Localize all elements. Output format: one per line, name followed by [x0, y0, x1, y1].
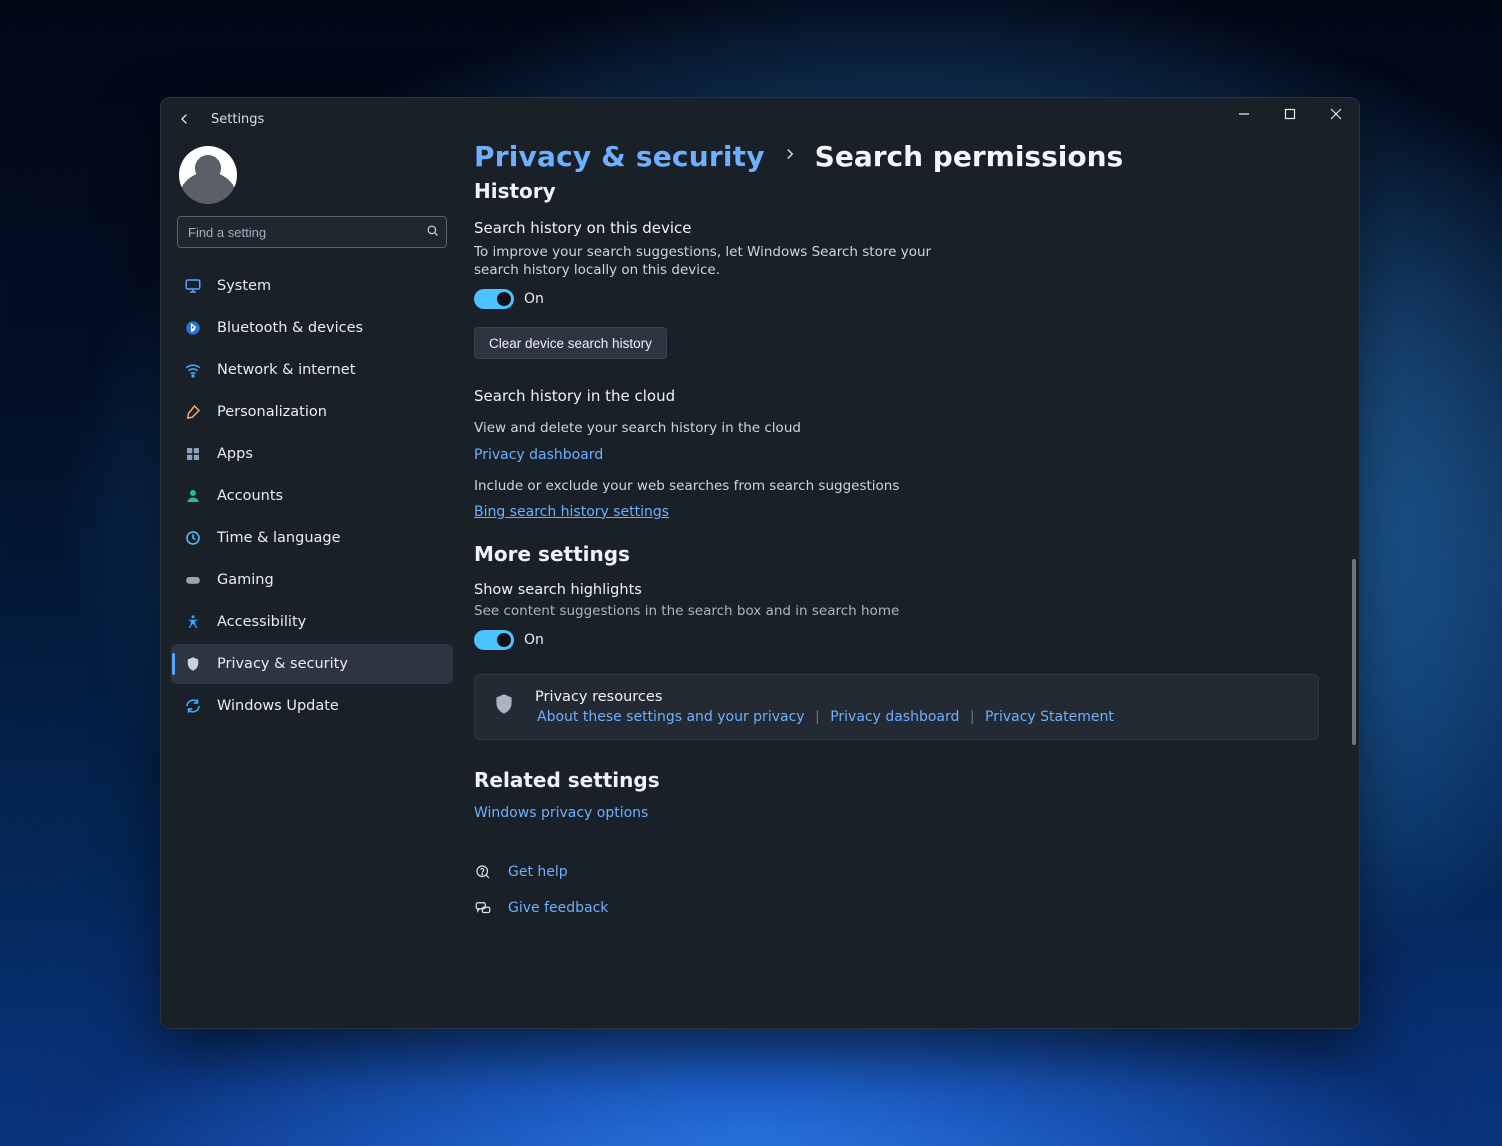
scrollbar-thumb[interactable] — [1352, 559, 1356, 745]
back-button[interactable] — [175, 110, 193, 128]
sidebar-item-label: Accessibility — [217, 614, 306, 630]
update-icon — [183, 696, 203, 716]
sidebar-item-accounts[interactable]: Accounts — [171, 476, 453, 516]
sidebar-item-system[interactable]: System — [171, 266, 453, 306]
apps-icon — [183, 444, 203, 464]
clear-history-button[interactable]: Clear device search history — [474, 327, 667, 359]
get-help-label: Get help — [508, 864, 568, 880]
card-link-about[interactable]: About these settings and your privacy — [537, 709, 805, 725]
get-help-link[interactable]: Get help — [474, 863, 1337, 881]
privacy-dashboard-link[interactable]: Privacy dashboard — [474, 447, 603, 463]
section-more-title: More settings — [474, 542, 1337, 566]
sidebar-item-personalization[interactable]: Personalization — [171, 392, 453, 432]
history-device-toggle[interactable] — [474, 289, 514, 309]
search-icon — [418, 223, 446, 242]
sidebar-item-label: Network & internet — [217, 362, 355, 378]
settings-window: Settings System Bluetooth & devices — [160, 97, 1360, 1029]
give-feedback-link[interactable]: Give feedback — [474, 899, 1337, 917]
highlights-toggle[interactable] — [474, 630, 514, 650]
profile-area[interactable] — [161, 132, 463, 216]
card-link-statement[interactable]: Privacy Statement — [985, 709, 1114, 725]
person-icon — [183, 486, 203, 506]
sidebar-item-time[interactable]: Time & language — [171, 518, 453, 558]
main-area: Privacy & security Search permissions Hi… — [463, 98, 1359, 1028]
maximize-button[interactable] — [1267, 98, 1313, 130]
history-device-desc: To improve your search suggestions, let … — [474, 243, 934, 279]
sidebar-item-label: Apps — [217, 446, 253, 462]
sidebar-item-label: Windows Update — [217, 698, 339, 714]
sidebar-item-gaming[interactable]: Gaming — [171, 560, 453, 600]
sidebar-item-label: Accounts — [217, 488, 283, 504]
search-input[interactable] — [178, 225, 418, 240]
avatar — [179, 146, 237, 204]
highlights-title: Show search highlights — [474, 582, 1337, 598]
sidebar-item-privacy[interactable]: Privacy & security — [171, 644, 453, 684]
privacy-resources-card: Privacy resources About these settings a… — [474, 674, 1319, 740]
sidebar-item-apps[interactable]: Apps — [171, 434, 453, 474]
related-link[interactable]: Windows privacy options — [474, 805, 648, 821]
sidebar-search[interactable] — [177, 216, 447, 248]
sidebar: Settings System Bluetooth & devices — [161, 98, 463, 1028]
history-device-title: Search history on this device — [474, 219, 1337, 237]
sidebar-item-label: Gaming — [217, 572, 274, 588]
feedback-icon — [474, 899, 492, 917]
content-scroll[interactable]: History Search history on this device To… — [464, 179, 1359, 1028]
window-title: Settings — [211, 112, 264, 127]
bluetooth-icon — [183, 318, 203, 338]
titlebar-left: Settings — [161, 106, 463, 132]
gamepad-icon — [183, 570, 203, 590]
sidebar-item-bluetooth[interactable]: Bluetooth & devices — [171, 308, 453, 348]
history-cloud-desc1: View and delete your search history in t… — [474, 419, 934, 437]
sidebar-item-update[interactable]: Windows Update — [171, 686, 453, 726]
card-links: About these settings and your privacy | … — [535, 709, 1116, 725]
breadcrumb-current: Search permissions — [815, 140, 1124, 173]
highlights-toggle-state: On — [524, 632, 544, 648]
breadcrumb-parent[interactable]: Privacy & security — [474, 140, 765, 173]
sidebar-item-label: Personalization — [217, 404, 327, 420]
give-feedback-label: Give feedback — [508, 900, 608, 916]
help-icon — [474, 863, 492, 881]
section-related-title: Related settings — [474, 768, 1337, 792]
sidebar-item-network[interactable]: Network & internet — [171, 350, 453, 390]
history-device-toggle-state: On — [524, 291, 544, 307]
sidebar-item-label: Time & language — [217, 530, 341, 546]
close-button[interactable] — [1313, 98, 1359, 130]
paintbrush-icon — [183, 402, 203, 422]
card-link-dashboard[interactable]: Privacy dashboard — [830, 709, 959, 725]
history-cloud-title: Search history in the cloud — [474, 387, 1337, 405]
sidebar-item-label: System — [217, 278, 271, 294]
sidebar-item-label: Privacy & security — [217, 656, 348, 672]
card-title: Privacy resources — [535, 689, 1116, 705]
highlights-desc: See content suggestions in the search bo… — [474, 602, 934, 620]
section-history-title: History — [474, 179, 1337, 203]
minimize-button[interactable] — [1221, 98, 1267, 130]
clock-globe-icon — [183, 528, 203, 548]
accessibility-icon — [183, 612, 203, 632]
shield-icon — [183, 654, 203, 674]
sidebar-nav: System Bluetooth & devices Network & int… — [161, 260, 463, 726]
sidebar-item-label: Bluetooth & devices — [217, 320, 363, 336]
monitor-icon — [183, 276, 203, 296]
wifi-icon — [183, 360, 203, 380]
window-controls — [1221, 98, 1359, 130]
bing-history-link[interactable]: Bing search history settings — [474, 504, 669, 520]
sidebar-item-accessibility[interactable]: Accessibility — [171, 602, 453, 642]
history-cloud-desc2: Include or exclude your web searches fro… — [474, 477, 934, 495]
chevron-right-icon — [781, 144, 799, 169]
shield-icon — [491, 691, 517, 717]
